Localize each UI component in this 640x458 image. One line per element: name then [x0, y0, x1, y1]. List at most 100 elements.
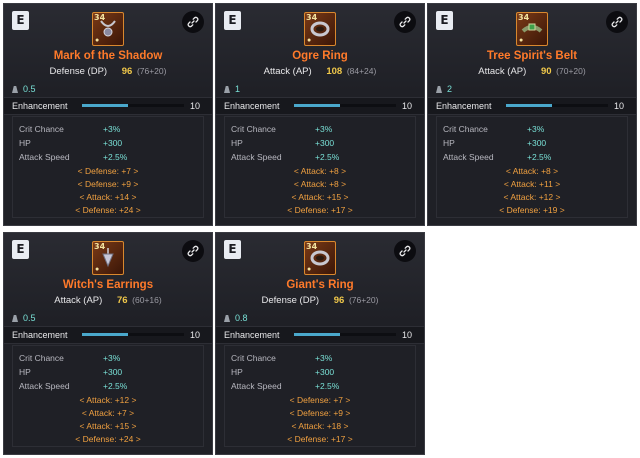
sub-stat-value: +300: [315, 138, 335, 148]
ring-icon[interactable]: 34 ●: [304, 241, 336, 275]
stat-value: 76: [116, 295, 128, 306]
sub-stats-panel: Crit Chance +3% HP +300 Attack Speed +2.…: [224, 116, 416, 218]
bonus-stat-line: < Attack: +18 >: [291, 421, 349, 431]
sub-stat-row: Crit Chance +3%: [13, 352, 203, 364]
grade-badge: E: [224, 240, 241, 259]
enhancement-label: Enhancement: [224, 101, 280, 111]
stat-value: 96: [121, 66, 133, 77]
link-button[interactable]: [606, 11, 628, 33]
bonus-stat-line: < Attack: +8 >: [293, 166, 347, 176]
sub-stat-value: +3%: [315, 124, 333, 134]
sub-stat-row: Crit Chance +3%: [225, 123, 415, 135]
weight: 0.5: [12, 313, 36, 323]
stat-value: 96: [333, 295, 345, 306]
enhancement-bar: [506, 104, 608, 107]
belt-icon[interactable]: 34 ●: [516, 12, 548, 46]
bonus-stat-line: < Attack: +12 >: [79, 395, 137, 405]
sub-stat-name: Crit Chance: [19, 124, 64, 134]
bonus-stat-line: < Attack: +15 >: [291, 192, 349, 202]
bonus-stat-line: < Attack: +8 >: [293, 179, 347, 189]
necklace-icon[interactable]: 34 ●: [92, 12, 124, 46]
grade-badge: E: [224, 11, 241, 30]
bonus-stat-line: < Defense: +24 >: [75, 434, 141, 444]
sub-stat-row: HP +300: [225, 137, 415, 149]
stat-detail: (76+20): [348, 295, 379, 305]
main-stat: Defense (DP) 96 (76+20): [4, 66, 212, 77]
link-button[interactable]: [182, 11, 204, 33]
weight-value: 0.8: [235, 313, 248, 323]
weight: 2: [436, 84, 452, 94]
sub-stat-row: Attack Speed +2.5%: [225, 151, 415, 163]
link-icon: [399, 16, 411, 28]
link-button[interactable]: [394, 240, 416, 262]
sub-stat-row: Crit Chance +3%: [225, 352, 415, 364]
bonus-stat-line: < Defense: +7 >: [77, 166, 139, 176]
enhancement-row: Enhancement 10: [216, 97, 424, 115]
sub-stat-name: HP: [231, 367, 243, 377]
enhancement-label: Enhancement: [12, 330, 68, 340]
stat-label: Attack (AP): [478, 66, 527, 77]
main-stat: Defense (DP) 96 (76+20): [216, 295, 424, 306]
item-name: Ogre Ring: [292, 50, 348, 62]
sub-stat-name: Attack Speed: [231, 381, 282, 391]
sub-stat-name: Crit Chance: [231, 353, 276, 363]
earring-icon[interactable]: 34 ●: [92, 241, 124, 275]
sub-stat-name: Crit Chance: [19, 353, 64, 363]
sub-stat-name: Crit Chance: [231, 124, 276, 134]
weight-value: 0.5: [23, 84, 36, 94]
lock-icon: ●: [519, 37, 524, 44]
sub-stat-row: Attack Speed +2.5%: [13, 380, 203, 392]
sub-stats-panel: Crit Chance +3% HP +300 Attack Speed +2.…: [12, 116, 204, 218]
link-button[interactable]: [182, 240, 204, 262]
weight-icon: [224, 86, 230, 93]
sub-stat-name: Attack Speed: [19, 152, 70, 162]
sub-stat-name: HP: [19, 138, 31, 148]
sub-stat-row: Crit Chance +3%: [13, 123, 203, 135]
sub-stat-name: Attack Speed: [231, 152, 282, 162]
bonus-stat-line: < Defense: +9 >: [289, 408, 351, 418]
enhancement-value: 10: [613, 101, 624, 111]
enhancement-value: 10: [189, 101, 200, 111]
bonus-stat-line: < Defense: +7 >: [289, 395, 351, 405]
weight-icon: [12, 315, 18, 322]
lock-icon: ●: [95, 37, 100, 44]
stat-detail: (76+20): [136, 66, 167, 76]
sub-stat-value: +300: [527, 138, 547, 148]
weight: 1: [224, 84, 240, 94]
ring-icon[interactable]: 34 ●: [304, 12, 336, 46]
enhancement-row: Enhancement 10: [216, 326, 424, 344]
sub-stat-name: HP: [19, 367, 31, 377]
grade-badge: E: [436, 11, 453, 30]
enhancement-row: Enhancement 10: [4, 326, 212, 344]
sub-stat-row: Attack Speed +2.5%: [225, 380, 415, 392]
weight: 0.8: [224, 313, 248, 323]
enhancement-fill: [82, 333, 128, 336]
item-tooltip-card: E 34 ● Witch's Earrings Attack (AP) 76 (6…: [3, 232, 213, 455]
enhancement-value: 10: [401, 101, 412, 111]
enhancement-fill: [294, 104, 340, 107]
sub-stat-value: +300: [103, 367, 123, 377]
sub-stat-row: HP +300: [437, 137, 627, 149]
stat-label: Attack (AP): [54, 295, 103, 306]
weight: 0.5: [12, 84, 36, 94]
lock-icon: ●: [307, 37, 312, 44]
link-button[interactable]: [394, 11, 416, 33]
stat-label: Attack (AP): [263, 66, 312, 77]
link-icon: [187, 245, 199, 257]
sub-stat-value: +3%: [103, 124, 121, 134]
sub-stat-name: HP: [443, 138, 455, 148]
lock-icon: ●: [307, 266, 312, 273]
enhancement-fill: [294, 333, 340, 336]
main-stat: Attack (AP) 108 (84+24): [216, 66, 424, 77]
sub-stat-value: +2.5%: [315, 152, 340, 162]
enhancement-bar: [294, 333, 396, 336]
grade-badge: E: [12, 240, 29, 259]
stat-label: Defense (DP): [261, 295, 320, 306]
bonus-stat-line: < Attack: +14 >: [79, 192, 137, 202]
item-tooltip-card: E 34 ● Ogre Ring Attack (AP) 108 (84+24) 1…: [215, 3, 425, 226]
enhancement-bar: [82, 333, 184, 336]
weight-value: 0.5: [23, 313, 36, 323]
weight-icon: [224, 315, 230, 322]
bonus-stat-line: < Defense: +24 >: [75, 205, 141, 215]
sub-stat-row: Attack Speed +2.5%: [13, 151, 203, 163]
